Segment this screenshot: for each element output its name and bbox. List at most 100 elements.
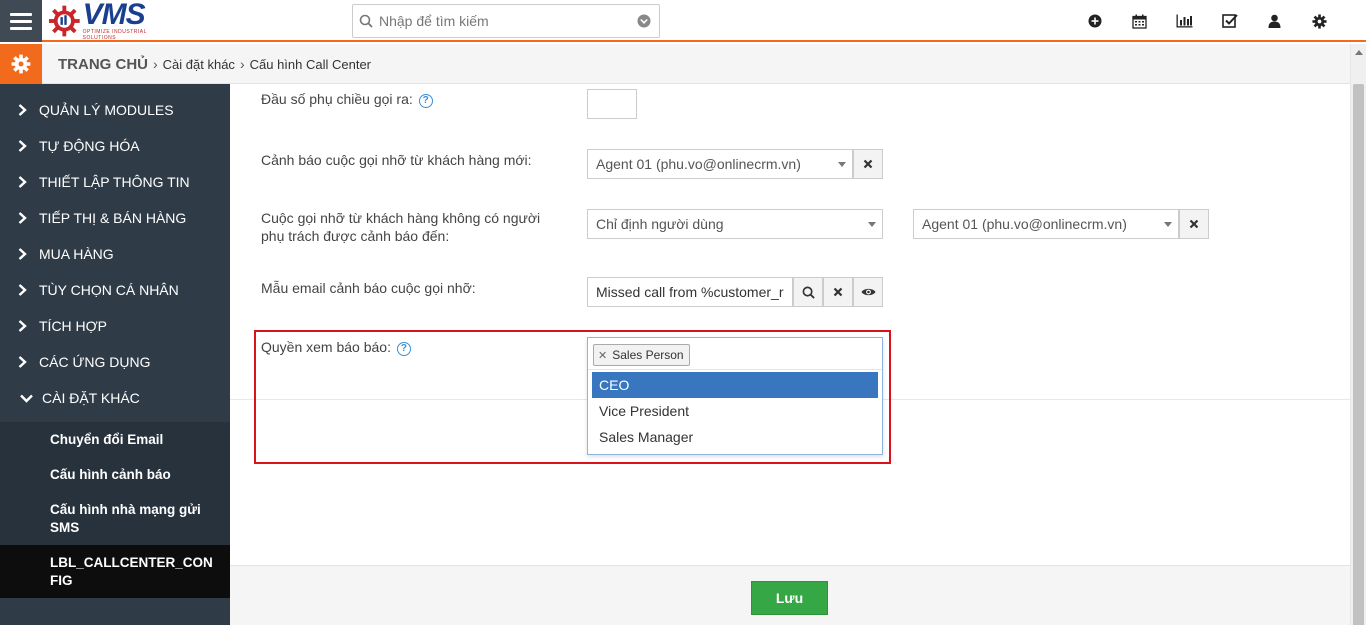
missed-new-customer-value: Agent 01 (phu.vo@onlinecrm.vn) bbox=[596, 156, 801, 172]
global-search bbox=[352, 4, 660, 38]
clear-template-button[interactable] bbox=[823, 277, 853, 307]
save-button[interactable]: Lưu bbox=[751, 581, 828, 615]
calendar-icon[interactable] bbox=[1117, 0, 1162, 42]
report-permission-multiselect[interactable]: ✕ Sales Person CEO Vice President Sales … bbox=[587, 337, 883, 455]
chevron-right-icon bbox=[18, 104, 34, 116]
chevron-down-icon bbox=[20, 394, 36, 403]
sidebar-item-modules[interactable]: QUẢN LÝ MODULES bbox=[0, 92, 230, 128]
close-icon bbox=[863, 159, 873, 169]
help-icon[interactable]: ? bbox=[418, 94, 433, 108]
remove-tag-icon[interactable]: ✕ bbox=[598, 349, 607, 362]
sidebar-item-other-settings[interactable]: CÀI ĐẶT KHÁC bbox=[0, 380, 230, 416]
search-input[interactable] bbox=[379, 6, 629, 36]
option-ceo[interactable]: CEO bbox=[592, 372, 878, 398]
close-icon bbox=[1189, 219, 1199, 229]
clear-missed-new-customer-button[interactable] bbox=[853, 149, 883, 179]
sidebar-subitem-callcenter-config[interactable]: LBL_CALLCENTER_CONFIG bbox=[0, 545, 230, 598]
sidebar-item-applications[interactable]: CÁC ỨNG DỤNG bbox=[0, 344, 230, 380]
selected-choices[interactable]: ✕ Sales Person bbox=[588, 338, 882, 370]
chevron-right-icon bbox=[18, 356, 34, 368]
caret-down-icon bbox=[868, 222, 876, 227]
search-template-button[interactable] bbox=[793, 277, 823, 307]
settings-gear-icon[interactable] bbox=[0, 44, 42, 84]
sidebar-submenu: Chuyển đổi Email Cấu hình cảnh báo Cấu h… bbox=[0, 422, 230, 598]
clear-missed-no-owner-button[interactable] bbox=[1179, 209, 1209, 239]
chevron-right-icon bbox=[18, 140, 34, 152]
breadcrumb-level1[interactable]: Cài đặt khác bbox=[163, 57, 235, 72]
preview-template-button[interactable] bbox=[853, 277, 883, 307]
missed-email-template-label: Mẫu email cảnh báo cuộc gọi nhỡ: bbox=[261, 280, 476, 296]
caret-down-icon bbox=[1164, 222, 1172, 227]
missed-new-customer-select[interactable]: Agent 01 (phu.vo@onlinecrm.vn) bbox=[587, 149, 853, 179]
sidebar-item-purchasing[interactable]: MUA HÀNG bbox=[0, 236, 230, 272]
top-toolbar bbox=[1072, 0, 1342, 42]
missed-no-owner-label: Cuộc gọi nhỡ từ khách hàng không có ngườ… bbox=[261, 210, 541, 244]
sidebar-item-automation[interactable]: TỰ ĐỘNG HÓA bbox=[0, 128, 230, 164]
missed-no-owner-user-select[interactable]: Agent 01 (phu.vo@onlinecrm.vn) bbox=[913, 209, 1179, 239]
report-permission-label: Quyền xem báo báo: ? bbox=[261, 338, 411, 356]
report-permission-label-text: Quyền xem báo báo: bbox=[261, 339, 391, 355]
dropdown-options: CEO Vice President Sales Manager bbox=[588, 370, 882, 450]
main-content: Đầu số phụ chiều gọi ra: ? Cảnh báo cuộc… bbox=[230, 84, 1350, 565]
sidebar-item-info-setup[interactable]: THIẾT LẬP THÔNG TIN bbox=[0, 164, 230, 200]
sidebar-item-integration[interactable]: TÍCH HỢP bbox=[0, 308, 230, 344]
chevron-right-icon bbox=[18, 320, 34, 332]
sidebar-item-personal-options[interactable]: TÙY CHỌN CÁ NHÂN bbox=[0, 272, 230, 308]
sidebar-item-label: TÍCH HỢP bbox=[39, 318, 108, 334]
eye-icon bbox=[861, 288, 875, 296]
breadcrumb-level2: Cấu hình Call Center bbox=[249, 56, 372, 72]
selected-tag-label: Sales Person bbox=[612, 348, 684, 362]
logo-gear-icon bbox=[48, 5, 80, 37]
breadcrumb-bar: TRANG CHỦ › Cài đặt khác › Cấu hình Call… bbox=[0, 44, 1350, 84]
option-sales-manager[interactable]: Sales Manager bbox=[592, 424, 878, 450]
plus-circle-icon[interactable] bbox=[1072, 0, 1117, 42]
sidebar-item-label: MUA HÀNG bbox=[39, 246, 114, 262]
sidebar-item-label: THIẾT LẬP THÔNG TIN bbox=[39, 174, 190, 190]
breadcrumb: TRANG CHỦ › Cài đặt khác › Cấu hình Call… bbox=[58, 44, 371, 84]
form-footer: Lưu bbox=[230, 565, 1350, 625]
chevron-right-icon bbox=[18, 248, 34, 260]
sidebar-subitem-sms-config[interactable]: Cấu hình nhà mạng gửi SMS bbox=[0, 492, 230, 545]
top-bar: VMS OPTIMIZE INDUSTRIAL SOLUTIONS bbox=[0, 0, 1366, 42]
hamburger-icon bbox=[10, 12, 32, 16]
breadcrumb-home[interactable]: TRANG CHỦ bbox=[58, 56, 148, 73]
hamburger-line bbox=[10, 19, 32, 23]
missed-no-owner-user-value: Agent 01 (phu.vo@onlinecrm.vn) bbox=[922, 216, 1127, 232]
sidebar-subitem-alert-config[interactable]: Cấu hình cảnh báo bbox=[0, 457, 230, 492]
caret-down-icon bbox=[838, 162, 846, 167]
logo-subtext: OPTIMIZE INDUSTRIAL SOLUTIONS bbox=[82, 29, 147, 41]
search-icon bbox=[802, 286, 815, 299]
missed-email-template-input[interactable] bbox=[587, 277, 793, 307]
page-scrollbar[interactable] bbox=[1350, 44, 1366, 625]
bar-chart-icon[interactable] bbox=[1162, 0, 1207, 42]
selected-tag: ✕ Sales Person bbox=[593, 344, 690, 366]
outbound-prefix-label-text: Đầu số phụ chiều gọi ra: bbox=[261, 91, 413, 107]
gear-icon[interactable] bbox=[1297, 0, 1342, 42]
sidebar: QUẢN LÝ MODULES TỰ ĐỘNG HÓA THIẾT LẬP TH… bbox=[0, 84, 230, 625]
breadcrumb-separator: › bbox=[239, 56, 245, 72]
scroll-up-arrow-icon[interactable] bbox=[1355, 50, 1363, 55]
sidebar-item-label: TỰ ĐỘNG HÓA bbox=[39, 138, 140, 154]
sidebar-item-label: QUẢN LÝ MODULES bbox=[39, 102, 174, 118]
sidebar-item-label: TÙY CHỌN CÁ NHÂN bbox=[39, 282, 179, 298]
logo-text-group: VMS OPTIMIZE INDUSTRIAL SOLUTIONS bbox=[82, 0, 178, 41]
check-square-icon[interactable] bbox=[1207, 0, 1252, 42]
menu-toggle-button[interactable] bbox=[0, 0, 42, 42]
scrollbar-thumb[interactable] bbox=[1353, 84, 1364, 625]
missed-no-owner-mode-value: Chỉ định người dùng bbox=[596, 216, 724, 232]
sidebar-item-label: TIẾP THỊ & BÁN HÀNG bbox=[39, 210, 187, 226]
outbound-prefix-input[interactable] bbox=[587, 89, 637, 119]
sidebar-item-label: CÁC ỨNG DỤNG bbox=[39, 354, 151, 370]
sidebar-item-label: CÀI ĐẶT KHÁC bbox=[42, 390, 140, 406]
sidebar-subitem-email-convert[interactable]: Chuyển đổi Email bbox=[0, 422, 230, 457]
search-dropdown-icon[interactable] bbox=[629, 14, 659, 28]
user-icon[interactable] bbox=[1252, 0, 1297, 42]
option-vice-president[interactable]: Vice President bbox=[592, 398, 878, 424]
hamburger-line bbox=[10, 26, 32, 30]
help-icon[interactable]: ? bbox=[396, 342, 411, 356]
logo-text: VMS bbox=[82, 0, 146, 31]
close-icon bbox=[833, 287, 843, 297]
sidebar-item-marketing-sales[interactable]: TIẾP THỊ & BÁN HÀNG bbox=[0, 200, 230, 236]
logo[interactable]: VMS OPTIMIZE INDUSTRIAL SOLUTIONS bbox=[48, 0, 178, 41]
missed-no-owner-mode-select[interactable]: Chỉ định người dùng bbox=[587, 209, 883, 239]
